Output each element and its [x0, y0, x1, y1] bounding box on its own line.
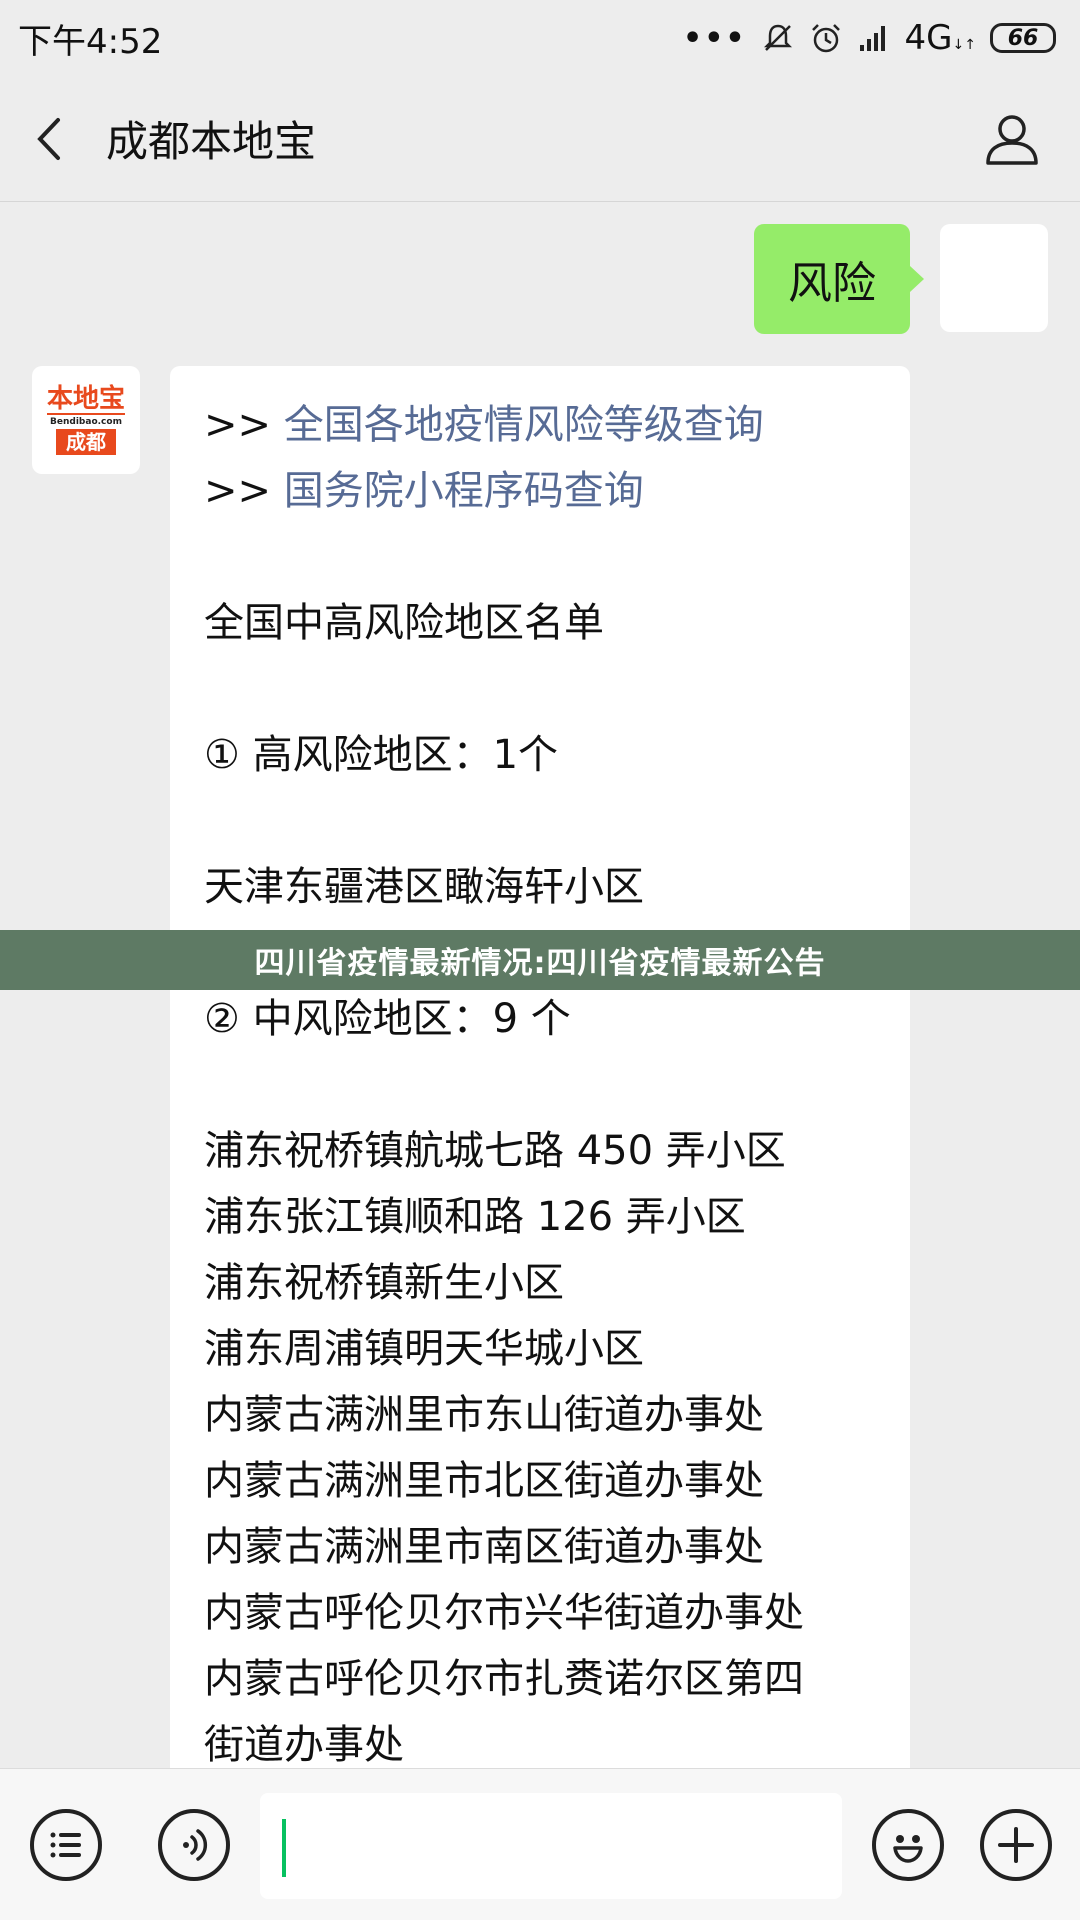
plus-button[interactable] — [980, 1809, 1052, 1881]
logo-site: Bendibao.com — [50, 417, 122, 427]
status-bar: 下午4:52 ••• 4G↓↑ 66 — [0, 0, 1080, 76]
mid-risk-item: 浦东张江镇顺和路 126 弄小区 — [204, 1194, 746, 1240]
alarm-icon — [811, 24, 840, 53]
mid-risk-item: 浦东祝桥镇新生小区 — [204, 1260, 564, 1306]
link-row[interactable]: >> 全国各地疫情风险等级查询 — [204, 392, 876, 458]
logo-text: 本地宝 — [46, 384, 125, 415]
mid-risk-item: 浦东祝桥镇航城七路 450 弄小区 — [204, 1128, 786, 1174]
mute-bell-icon — [763, 24, 792, 51]
mid-risk-heading: ② 中风险地区：9 个 — [204, 996, 571, 1042]
title-bar: 成都本地宝 — [0, 76, 1080, 202]
sent-message-text: 风险 — [788, 258, 876, 309]
mid-risk-item: 内蒙古满洲里市东山街道办事处 — [204, 1392, 764, 1438]
bot-avatar[interactable]: 本地宝 Bendibao.com 成都 — [32, 366, 140, 474]
mid-risk-item: 浦东周浦镇明天华城小区 — [204, 1326, 644, 1372]
status-time: 下午4:52 — [18, 21, 163, 62]
mid-risk-item: 内蒙古呼伦贝尔市兴华街道办事处 — [204, 1590, 804, 1636]
sent-message-bubble[interactable]: 风险 — [754, 224, 924, 334]
profile-button[interactable] — [974, 101, 1050, 177]
article-title-banner: 四川省疫情最新情况:四川省疫情最新公告 — [0, 930, 1080, 990]
person-icon — [986, 115, 1038, 165]
miniprogram-code-link[interactable]: 国务院小程序码查询 — [284, 468, 644, 514]
battery-indicator: 66 — [990, 23, 1056, 53]
back-button[interactable] — [0, 76, 100, 202]
text-caret — [282, 1819, 286, 1877]
banner-text: 四川省疫情最新情况:四川省疫情最新公告 — [254, 946, 826, 981]
input-bar — [0, 1768, 1080, 1920]
risk-level-query-link[interactable]: 全国各地疫情风险等级查询 — [284, 402, 764, 448]
mid-risk-item: 内蒙古满洲里市南区街道办事处 — [204, 1524, 764, 1570]
message-input[interactable] — [260, 1793, 842, 1899]
my-avatar[interactable] — [940, 224, 1048, 332]
list-menu-icon — [50, 1832, 81, 1858]
high-risk-item: 天津东疆港区瞰海轩小区 — [204, 864, 644, 910]
chevron-left-icon — [37, 117, 60, 160]
smiley-icon — [893, 1835, 923, 1863]
high-risk-heading: ① 高风险地区：1个 — [204, 732, 559, 778]
page-title: 成都本地宝 — [106, 117, 317, 166]
mid-risk-item: 内蒙古呼伦贝尔市扎赉诺尔区第四 — [204, 1656, 804, 1702]
menu-button[interactable] — [30, 1809, 102, 1881]
mid-risk-item: 内蒙古满洲里市北区街道办事处 — [204, 1458, 764, 1504]
link-row[interactable]: >> 国务院小程序码查询 — [204, 458, 876, 524]
signal-icon — [859, 26, 885, 51]
emoji-button[interactable] — [872, 1809, 944, 1881]
list-heading: 全国中高风险地区名单 — [204, 600, 604, 646]
more-dots: ••• — [683, 20, 747, 56]
status-icons: ••• 4G↓↑ 66 — [683, 18, 1056, 58]
voice-button[interactable] — [158, 1809, 230, 1881]
plus-icon — [998, 1827, 1034, 1863]
network-type: 4G↓↑ — [904, 18, 976, 58]
voice-icon — [183, 1829, 208, 1861]
logo-city: 成都 — [56, 429, 116, 455]
received-message-bubble: >> 全国各地疫情风险等级查询 >> 国务院小程序码查询 全国中高风险地区名单 … — [170, 366, 910, 1786]
